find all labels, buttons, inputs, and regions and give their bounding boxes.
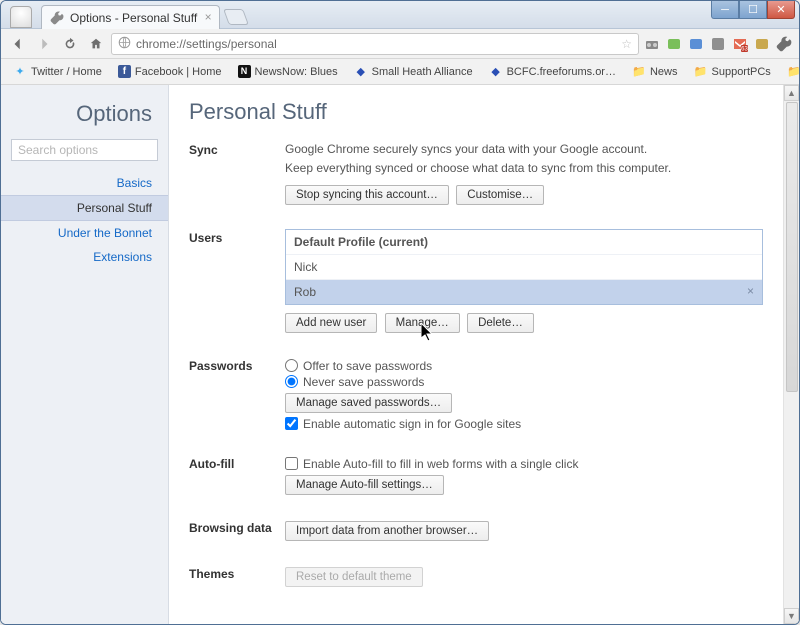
profile-avatar-slot[interactable] [1,1,41,28]
user-row-delete-icon[interactable]: × [747,284,754,298]
enable-auto-signin-checkbox[interactable]: Enable automatic sign in for Google site… [285,417,763,431]
extension-icon-5[interactable]: 63 [731,35,749,53]
search-options-input[interactable] [11,139,158,161]
scrollbar[interactable]: ▲ ▼ [783,85,799,624]
section-label-passwords: Passwords [189,357,285,433]
sidebar-title: Options [1,99,168,139]
scroll-up-button[interactable]: ▲ [784,85,799,101]
other-bookmarks-button[interactable]: 📁Other bookmarks [781,63,800,81]
sidebar-item-extensions[interactable]: Extensions [1,245,168,269]
sidebar-item-basics[interactable]: Basics [1,171,168,195]
bookmark-folder-supportpcs[interactable]: 📁SupportPCs [688,63,777,81]
bookmark-folder-news[interactable]: 📁News [626,63,684,81]
bookmark-newsnow[interactable]: NNewsNow: Blues [232,63,344,80]
new-tab-button[interactable] [223,9,249,25]
browser-tab[interactable]: Options - Personal Stuff × [41,5,220,29]
manage-autofill-button[interactable]: Manage Auto-fill settings… [285,475,444,495]
tab-title: Options - Personal Stuff [70,11,197,25]
bookmark-facebook[interactable]: fFacebook | Home [112,63,228,80]
extension-icon-3[interactable] [687,35,705,53]
sync-text-1: Google Chrome securely syncs your data w… [285,141,763,158]
bookmark-twitter[interactable]: ✦Twitter / Home [7,63,108,81]
extension-icon-2[interactable] [665,35,683,53]
section-label-users: Users [189,229,285,335]
section-label-autofill: Auto-fill [189,455,285,497]
delete-user-button[interactable]: Delete… [467,313,534,333]
offer-save-passwords-radio[interactable]: Offer to save passwords [285,359,763,373]
scroll-thumb[interactable] [786,102,798,392]
users-listbox[interactable]: Default Profile (current) Nick Rob × [285,229,763,305]
user-row-default[interactable]: Default Profile (current) [286,230,762,255]
back-button[interactable] [7,33,29,55]
user-row-rob[interactable]: Rob × [286,280,762,304]
wrench-menu-button[interactable] [775,35,793,53]
stop-syncing-button[interactable]: Stop syncing this account… [285,185,449,205]
address-bar[interactable]: chrome://settings/personal ☆ [111,33,639,55]
manage-passwords-button[interactable]: Manage saved passwords… [285,393,452,413]
svg-text:63: 63 [741,46,748,52]
scroll-down-button[interactable]: ▼ [784,608,799,624]
user-row-nick[interactable]: Nick [286,255,762,280]
home-button[interactable] [85,33,107,55]
bookmarks-bar: ✦Twitter / Home fFacebook | Home NNewsNo… [1,59,799,85]
manage-user-button[interactable]: Manage… [385,313,460,333]
options-sidebar: Options Basics Personal Stuff Under the … [1,85,169,624]
window-minimize-button[interactable]: ─ [711,1,739,19]
section-label-sync: Sync [189,141,285,207]
window-close-button[interactable]: ✕ [767,1,795,19]
bookmark-sha[interactable]: ◆Small Heath Alliance [348,63,479,81]
sidebar-item-under-the-bonnet[interactable]: Under the Bonnet [1,221,168,245]
import-browser-data-button[interactable]: Import data from another browser… [285,521,489,541]
enable-autofill-checkbox[interactable]: Enable Auto-fill to fill in web forms wi… [285,457,763,471]
forward-button[interactable] [33,33,55,55]
reload-button[interactable] [59,33,81,55]
page-title: Personal Stuff [189,99,763,125]
browser-toolbar: chrome://settings/personal ☆ 63 [1,29,799,59]
profile-avatar-icon [10,6,32,28]
customise-sync-button[interactable]: Customise… [456,185,544,205]
window-titlebar: Options - Personal Stuff × ─ ☐ ✕ [1,1,799,29]
sidebar-item-personal-stuff[interactable]: Personal Stuff [1,195,168,221]
section-label-browsing-data: Browsing data [189,519,285,543]
url-text: chrome://settings/personal [136,37,277,51]
section-label-themes: Themes [189,565,285,589]
bookmark-bcfc[interactable]: ◆BCFC.freeforums.or… [483,63,622,81]
extension-icon-6[interactable] [753,35,771,53]
extension-icon-1[interactable] [643,35,661,53]
bookmark-star-icon[interactable]: ☆ [621,37,632,51]
reset-theme-button: Reset to default theme [285,567,423,587]
extension-icon-4[interactable] [709,35,727,53]
sync-text-2: Keep everything synced or choose what da… [285,160,763,177]
tab-close-icon[interactable]: × [202,11,214,23]
add-new-user-button[interactable]: Add new user [285,313,377,333]
never-save-passwords-radio[interactable]: Never save passwords [285,375,763,389]
globe-icon [118,36,131,52]
main-panel: Personal Stuff Sync Google Chrome secure… [169,85,783,624]
wrench-icon [50,11,64,25]
window-maximize-button[interactable]: ☐ [739,1,767,19]
